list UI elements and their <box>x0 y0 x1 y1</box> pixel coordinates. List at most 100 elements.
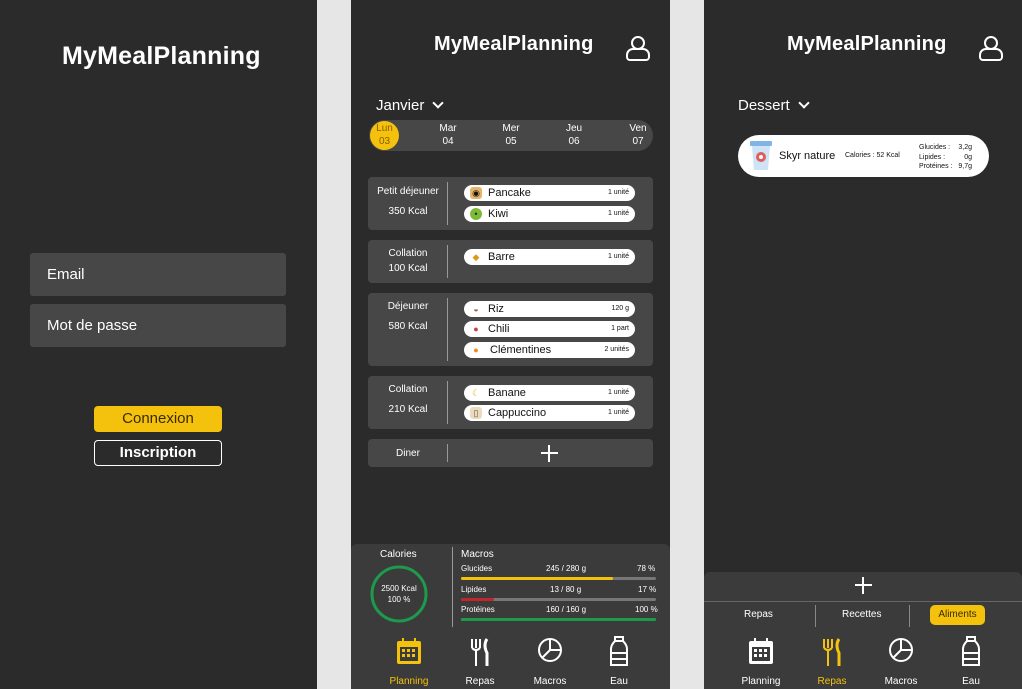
yogurt-icon <box>750 141 772 170</box>
divider <box>447 444 448 462</box>
password-placeholder: Mot de passe <box>47 317 138 334</box>
kiwi-icon: • <box>470 208 482 220</box>
bottom-nav: Planning Repas Macros Eau <box>351 630 670 689</box>
macro-bar-glucides <box>461 577 656 580</box>
divider <box>452 547 453 627</box>
add-food-icon[interactable] <box>541 445 558 462</box>
food-item[interactable]: ▯ Cappuccino 1 unité <box>464 405 635 421</box>
email-placeholder: Email <box>47 266 85 283</box>
meal-name: Diner <box>396 448 420 459</box>
category-selector[interactable]: Dessert <box>738 97 810 114</box>
meal-lunch[interactable]: Déjeuner 580 Kcal ◒ Riz 120 g ● Chili 1 part… <box>368 293 653 366</box>
pie-chart-icon <box>889 638 913 662</box>
meal-dinner[interactable]: Diner <box>368 439 653 467</box>
rice-icon: ◒ <box>473 304 479 314</box>
food-item[interactable]: • Kiwi 1 unité <box>464 206 635 222</box>
nav-label: Eau <box>962 676 980 687</box>
macro-name: Lipides <box>461 585 487 594</box>
food-item[interactable]: ● Clémentines 2 unités <box>464 342 635 358</box>
user-profile-icon[interactable] <box>626 35 650 61</box>
month-label: Janvier <box>376 97 425 114</box>
nav-label: Repas <box>465 676 495 687</box>
meal-kcal: 350 Kcal <box>388 206 428 217</box>
calendar-icon <box>749 638 773 664</box>
divider <box>447 182 448 225</box>
calendar-icon <box>397 638 421 664</box>
email-field[interactable]: Email <box>30 253 286 296</box>
food-item[interactable]: ☾ Banane 1 unité <box>464 385 635 401</box>
tab-aliments[interactable]: Aliments <box>930 605 985 625</box>
app-title: MyMealPlanning <box>62 42 261 70</box>
macro-bar-lipides <box>461 598 656 601</box>
add-panel: Repas Recettes Aliments <box>704 572 1022 630</box>
tab-repas[interactable]: Repas <box>744 609 773 620</box>
password-field[interactable]: Mot de passe <box>30 304 286 347</box>
meal-name: Petit déjeuner <box>377 186 439 197</box>
meal-kcal: 580 Kcal <box>388 321 428 332</box>
nav-label: Macros <box>533 676 567 687</box>
divider <box>909 605 910 627</box>
planning-screen: MyMealPlanning Janvier Lun 03 Mar 04 Mer 05… <box>351 0 670 689</box>
macro-percent: 17 % <box>638 585 657 594</box>
water-bottle-icon <box>962 636 980 666</box>
user-profile-icon[interactable] <box>979 35 1003 61</box>
day-wednesday[interactable]: Mer 05 <box>496 120 526 148</box>
nav-label: Eau <box>610 676 628 687</box>
app-title: MyMealPlanning <box>434 33 594 55</box>
fork-knife-icon <box>471 638 489 666</box>
food-macro-values: 3,2g 0g 9,7g <box>958 144 972 170</box>
divider <box>447 298 448 361</box>
divider <box>447 245 448 278</box>
meal-name: Collation <box>388 248 428 259</box>
macro-value: 160 / 160 g <box>546 605 587 614</box>
food-card[interactable]: Skyr nature Calories : 52 Kcal Glucides … <box>738 135 989 177</box>
divider <box>815 605 816 627</box>
macro-percent: 100 % <box>635 605 658 614</box>
nav-label: Repas <box>817 676 847 687</box>
meal-snack-1[interactable]: Collation 100 Kcal ◆ Barre 1 unité <box>368 240 653 283</box>
day-monday[interactable]: Lun 03 <box>370 121 399 150</box>
day-thursday[interactable]: Jeu 06 <box>559 120 589 148</box>
category-label: Dessert <box>738 97 790 114</box>
pancake-icon: ◉ <box>470 187 482 199</box>
bottom-nav: Planning Repas Macros Eau <box>704 630 1022 689</box>
nav-label: Planning <box>389 676 429 687</box>
food-item[interactable]: ◒ Riz 120 g <box>464 301 635 317</box>
meal-kcal: 210 Kcal <box>388 404 428 415</box>
month-selector[interactable]: Janvier <box>376 97 445 114</box>
food-name: Skyr nature <box>779 150 836 162</box>
food-macros: Glucides : Lipides : Protéines : <box>919 144 953 170</box>
fork-knife-icon <box>823 638 841 666</box>
meal-breakfast[interactable]: Petit déjeuner 350 Kcal ◉ Pancake 1 unité … <box>368 177 653 230</box>
water-bottle-icon <box>610 636 628 666</box>
login-button[interactable]: Connexion <box>94 406 222 432</box>
clementine-icon: ● <box>473 345 479 355</box>
chevron-down-icon <box>798 97 810 109</box>
aliments-screen: MyMealPlanning Dessert Skyr nature Calor… <box>704 0 1022 689</box>
macro-value: 13 / 80 g <box>550 585 582 594</box>
macros-label: Macros <box>461 549 494 560</box>
macro-value: 245 / 280 g <box>546 564 587 573</box>
food-item[interactable]: ● Chili 1 part <box>464 321 635 337</box>
food-item[interactable]: ◆ Barre 1 unité <box>464 249 635 265</box>
macro-percent: 78 % <box>637 564 656 573</box>
bar-icon: ◆ <box>472 252 480 262</box>
macro-name: Protéines <box>461 605 495 614</box>
macro-name: Glucides <box>461 564 493 573</box>
add-icon[interactable] <box>855 577 874 596</box>
calories-value: 2500 Kcal 100 % <box>381 584 417 604</box>
food-item[interactable]: ◉ Pancake 1 unité <box>464 185 635 201</box>
calories-label: Calories <box>380 549 417 560</box>
nutrition-summary: Calories 2500 Kcal 100 % Macros Glucides … <box>351 544 670 630</box>
day-tuesday[interactable]: Mar 04 <box>433 120 463 148</box>
nav-label: Macros <box>884 676 918 687</box>
cappuccino-icon: ▯ <box>470 407 482 419</box>
day-friday[interactable]: Ven 07 <box>623 120 653 148</box>
macro-bar-proteines <box>461 618 656 621</box>
login-screen: MyMealPlanning Email Mot de passe Connex… <box>0 0 317 689</box>
divider <box>704 601 1022 602</box>
meal-snack-2[interactable]: Collation 210 Kcal ☾ Banane 1 unité ▯ Cappu… <box>368 376 653 429</box>
tab-recettes[interactable]: Recettes <box>842 609 881 620</box>
chevron-down-icon <box>432 97 445 109</box>
register-button[interactable]: Inscription <box>94 440 222 466</box>
